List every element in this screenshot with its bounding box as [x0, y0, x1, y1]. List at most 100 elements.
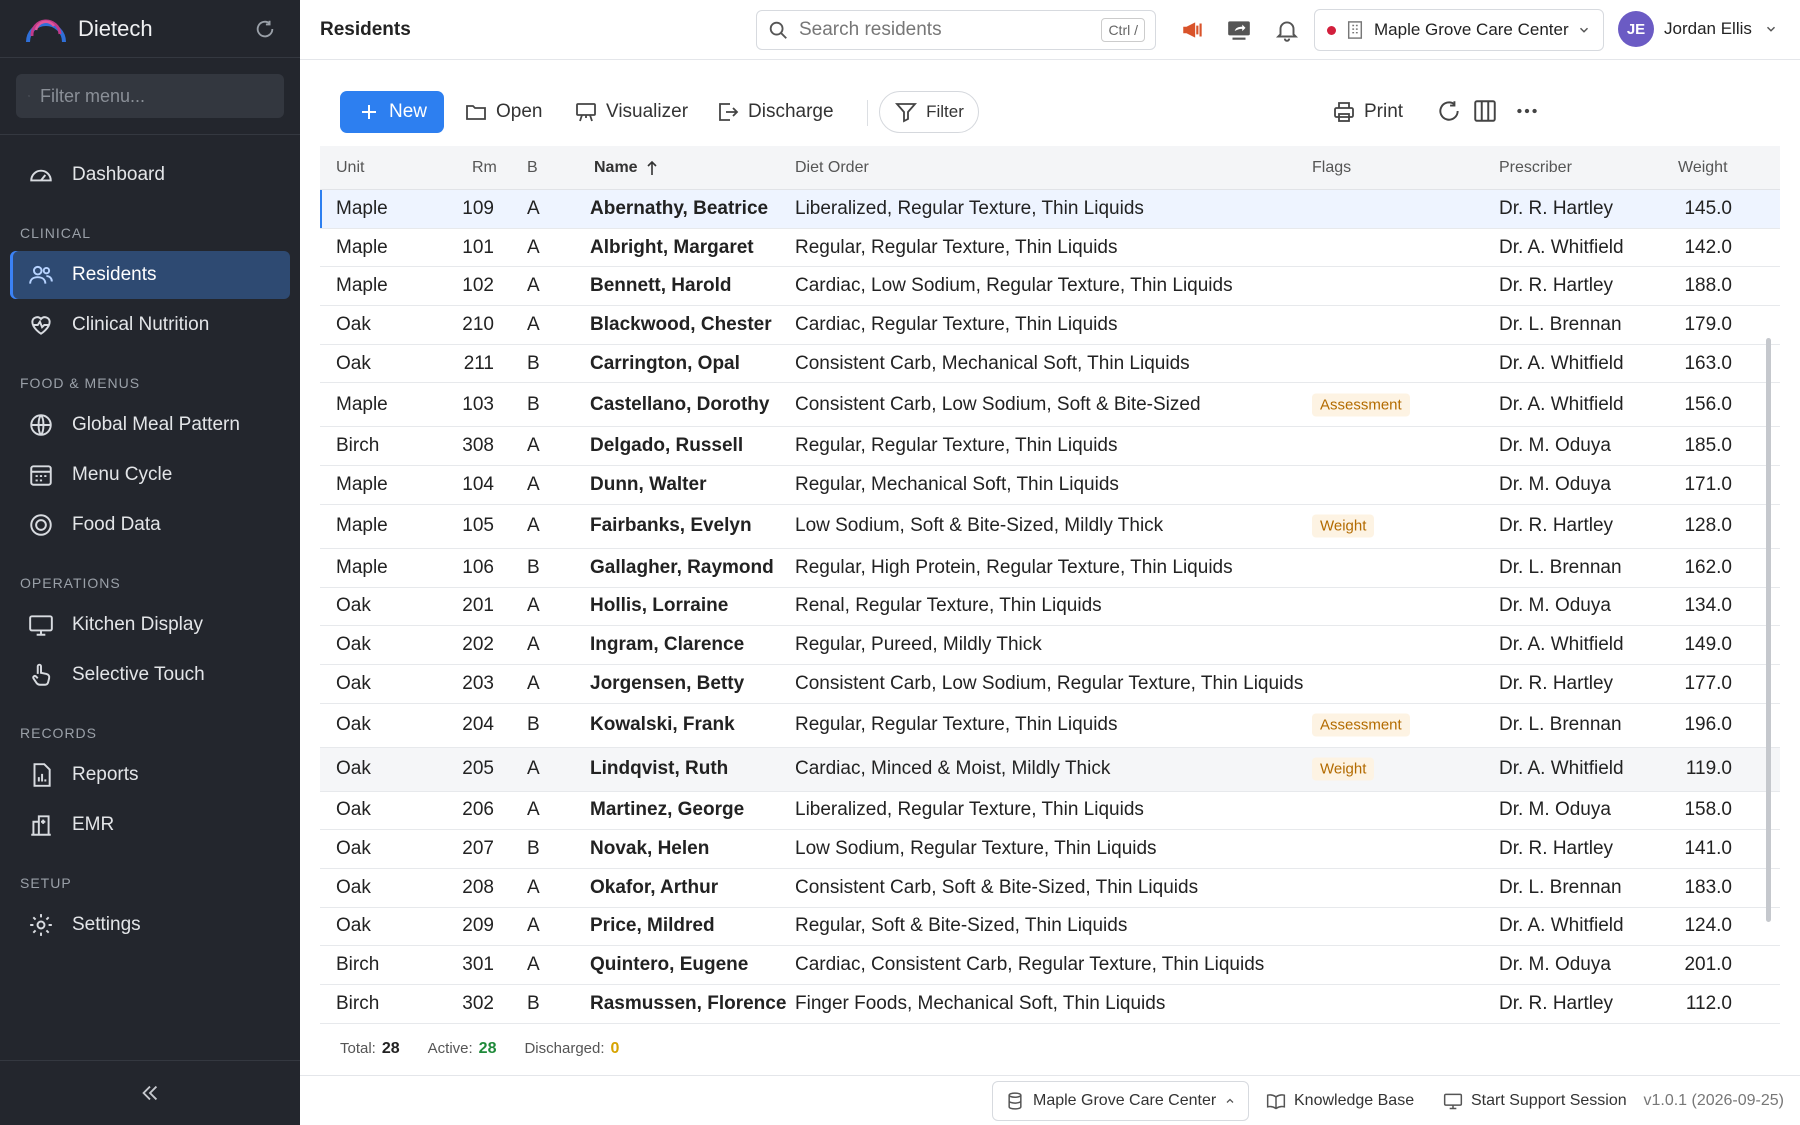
- table-row[interactable]: Oak 201 A Hollis, Lorraine Renal, Regular Te…: [320, 588, 1780, 627]
- column-header-unit[interactable]: Unit: [336, 159, 364, 177]
- table-row[interactable]: Maple 106 B Gallagher, Raymond Regular, High…: [320, 549, 1780, 588]
- column-header-rm[interactable]: Rm: [472, 159, 497, 177]
- discharge-button[interactable]: Discharge: [716, 91, 834, 133]
- new-button[interactable]: New: [340, 91, 444, 133]
- column-header-diet-order[interactable]: Diet Order: [795, 159, 869, 177]
- sidebar-item-global-meal-pattern[interactable]: Global Meal Pattern: [10, 401, 290, 449]
- sidebar-item-kitchen-display[interactable]: Kitchen Display: [10, 601, 290, 649]
- sidebar-item-reports[interactable]: Reports: [10, 751, 290, 799]
- table-row[interactable]: Birch 308 A Delgado, Russell Regular, Regula…: [320, 427, 1780, 467]
- start-support-session-button[interactable]: Start Support Session: [1443, 1076, 1627, 1125]
- knowledge-base-link[interactable]: Knowledge Base: [1266, 1076, 1414, 1125]
- sidebar-item-clinical-nutrition[interactable]: Clinical Nutrition: [10, 301, 290, 349]
- nav-section-clinical: CLINICAL: [20, 225, 92, 241]
- sidebar-item-food-data[interactable]: Food Data: [10, 501, 290, 549]
- building-icon: [1347, 21, 1363, 39]
- table-row[interactable]: Oak 204 B Kowalski, Frank Regular, Regular T…: [320, 704, 1780, 748]
- cell-unit: Maple: [336, 393, 388, 415]
- footer-facility-selector[interactable]: Maple Grove Care Center: [992, 1081, 1250, 1121]
- table-row[interactable]: Oak 206 A Martinez, George Liberalized, Regu…: [320, 792, 1780, 831]
- cell-weight: 156.0: [1684, 393, 1732, 415]
- cell-diet-order: Regular, Soft & Bite-Sized, Thin Liquids: [795, 915, 1128, 937]
- cell-room: 101: [462, 236, 494, 258]
- table-row[interactable]: Oak 207 B Novak, Helen Low Sodium, Regular T…: [320, 830, 1780, 869]
- table-row[interactable]: Maple 103 B Castellano, Dorothy Consistent C…: [320, 383, 1780, 428]
- open-button-label: Open: [496, 101, 543, 122]
- table-row[interactable]: Oak 203 A Jorgensen, Betty Consistent Carb, …: [320, 665, 1780, 704]
- table-scrollbar[interactable]: [1766, 338, 1771, 922]
- discharged-label: Discharged:: [524, 1040, 605, 1057]
- cell-room: 211: [463, 352, 494, 374]
- cell-unit: Oak: [336, 838, 371, 860]
- visualizer-button[interactable]: Visualizer: [574, 91, 688, 133]
- column-header-flags[interactable]: Flags: [1312, 159, 1351, 177]
- table-row[interactable]: Maple 105 A Fairbanks, Evelyn Low Sodium, So…: [320, 505, 1780, 549]
- columns-icon[interactable]: [1472, 98, 1498, 124]
- cell-room: 301: [462, 954, 494, 976]
- open-button[interactable]: Open: [464, 91, 542, 133]
- table-row[interactable]: Maple 109 A Abernathy, Beatrice Liberalized,…: [320, 190, 1780, 229]
- gear-icon: [30, 914, 52, 936]
- cell-name: Martinez, George: [590, 799, 745, 821]
- cell-name: Price, Mildred: [590, 915, 715, 937]
- screen-share-icon[interactable]: [1226, 17, 1252, 43]
- table-row[interactable]: Oak 211 B Carrington, Opal Consistent Carb, …: [320, 345, 1780, 384]
- table-row[interactable]: Oak 202 A Ingram, Clarence Regular, Pureed, …: [320, 626, 1780, 665]
- sidebar-item-label: Selective Touch: [72, 664, 205, 685]
- dietech-logo-icon: [26, 18, 66, 42]
- cell-weight: 188.0: [1684, 275, 1732, 297]
- cell-room: 104: [462, 473, 494, 495]
- search-input[interactable]: [799, 19, 1102, 41]
- filter-menu-input[interactable]: [40, 85, 272, 107]
- cell-prescriber: Dr. R. Hartley: [1499, 197, 1614, 219]
- search-shortcut-hint: Ctrl /: [1101, 18, 1145, 42]
- sidebar-item-dashboard[interactable]: Dashboard: [10, 151, 290, 199]
- print-button[interactable]: Print: [1332, 91, 1403, 133]
- column-header-weight[interactable]: Weight: [1678, 159, 1728, 177]
- sidebar-item-menu-cycle[interactable]: Menu Cycle: [10, 451, 290, 499]
- sidebar-item-residents[interactable]: Residents: [10, 251, 290, 299]
- sidebar-item-settings[interactable]: Settings: [10, 901, 290, 949]
- cell-prescriber: Dr. R. Hartley: [1499, 838, 1614, 860]
- cell-bed: B: [527, 714, 540, 736]
- cell-unit: Oak: [336, 876, 371, 898]
- cell-prescriber: Dr. L. Brennan: [1499, 714, 1622, 736]
- cell-unit: Oak: [336, 915, 371, 937]
- bell-icon[interactable]: [1274, 17, 1300, 43]
- refresh-icon[interactable]: [254, 18, 276, 40]
- cell-name: Carrington, Opal: [590, 352, 740, 374]
- table-row[interactable]: Oak 208 A Okafor, Arthur Consistent Carb, So…: [320, 869, 1780, 908]
- table-row[interactable]: Oak 209 A Price, Mildred Regular, Soft & Bit…: [320, 908, 1780, 947]
- footer: Maple Grove Care Center Knowledge Base S…: [300, 1075, 1800, 1125]
- table-row[interactable]: Maple 102 A Bennett, Harold Cardiac, Low Sod…: [320, 267, 1780, 307]
- cell-unit: Maple: [336, 556, 388, 578]
- cell-unit: Oak: [336, 595, 371, 617]
- cell-bed: A: [527, 876, 540, 898]
- collapse-sidebar-button[interactable]: [0, 1060, 300, 1125]
- table-row[interactable]: Maple 101 A Albright, Margaret Regular, Regu…: [320, 229, 1780, 268]
- column-header-name[interactable]: Name: [594, 159, 658, 177]
- table-row[interactable]: Birch 301 A Quintero, Eugene Cardiac, Consis…: [320, 946, 1780, 985]
- column-header-b[interactable]: B: [527, 159, 538, 177]
- sidebar-item-label: Clinical Nutrition: [72, 314, 210, 335]
- facility-selector[interactable]: Maple Grove Care Center: [1314, 9, 1604, 51]
- more-horizontal-icon[interactable]: [1514, 98, 1540, 124]
- cell-unit: Oak: [336, 352, 371, 374]
- cell-prescriber: Dr. L. Brennan: [1499, 556, 1622, 578]
- table-row[interactable]: Oak 210 A Blackwood, Chester Cardiac, Regula…: [320, 306, 1780, 345]
- cell-room: 206: [462, 799, 494, 821]
- column-header-prescriber[interactable]: Prescriber: [1499, 159, 1572, 177]
- user-menu[interactable]: JE Jordan Ellis: [1618, 11, 1778, 47]
- cell-unit: Maple: [336, 515, 388, 537]
- megaphone-icon[interactable]: [1180, 17, 1206, 43]
- table-row[interactable]: Oak 205 A Lindqvist, Ruth Cardiac, Minced & …: [320, 747, 1780, 792]
- print-button-label: Print: [1364, 101, 1404, 122]
- table-row[interactable]: Maple 104 A Dunn, Walter Regular, Mechanical…: [320, 466, 1780, 505]
- table-row[interactable]: Birch 302 B Rasmussen, Florence Finger Foods…: [320, 985, 1780, 1024]
- filter-button[interactable]: Filter: [879, 91, 979, 133]
- active-count: Active: 28: [428, 1040, 497, 1058]
- cell-weight: 158.0: [1684, 799, 1732, 821]
- sidebar-item-selective-touch[interactable]: Selective Touch: [10, 651, 290, 699]
- reload-icon[interactable]: [1436, 98, 1462, 124]
- sidebar-item-emr[interactable]: EMR: [10, 801, 290, 849]
